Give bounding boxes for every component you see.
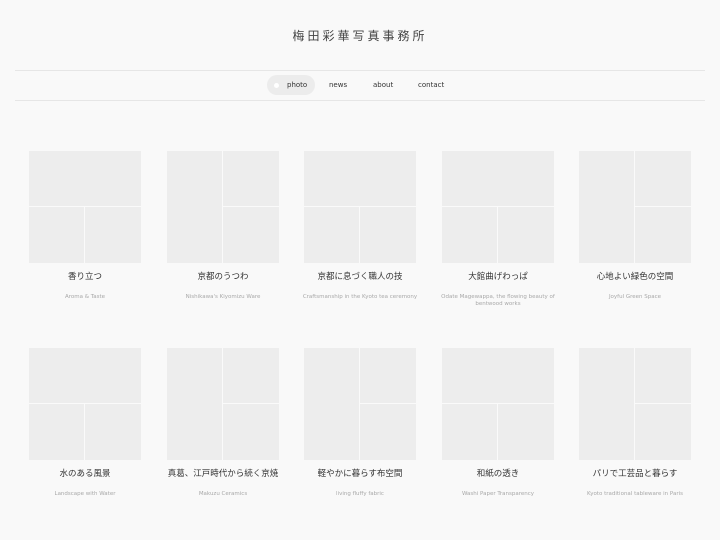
gallery-card-subtitle: Nishikawa's Kiyomizu Ware <box>185 294 261 300</box>
gallery-card-subtitle: Makuzu Ceramics <box>198 491 248 497</box>
gallery-card[interactable]: 大館曲げわっぱ Odate Magewappa, the flowing bea… <box>441 151 555 308</box>
gallery-card-subtitle: living fluffy fabric <box>336 491 384 497</box>
nav-item-label: contact <box>418 81 445 89</box>
gallery-card-title: 香り立つ <box>67 272 102 282</box>
gallery-thumbnail[interactable] <box>167 151 279 263</box>
nav-item-news[interactable]: news <box>329 75 347 95</box>
gallery-thumbnail[interactable] <box>442 151 554 263</box>
gallery-thumbnail[interactable] <box>304 348 416 460</box>
gallery-card[interactable]: 真葛、江戸時代から続く京焼 Makuzu Ceramics <box>167 348 279 498</box>
gallery-card[interactable]: 軽やかに暮らす布空間 living fluffy fabric <box>304 348 416 498</box>
header-divider-top <box>15 70 705 71</box>
gallery-card-subtitle: Aroma & Taste <box>64 294 105 300</box>
gallery-card-title: 軽やかに暮らす布空間 <box>317 469 403 479</box>
gallery-card-subtitle: Odate Magewappa, the flowing beauty of b… <box>441 294 555 307</box>
gallery-card-title: 大館曲げわっぱ <box>468 272 528 282</box>
gallery-thumbnail[interactable] <box>29 348 141 460</box>
nav-item-about[interactable]: about <box>373 75 393 95</box>
gallery-card-subtitle: Washi Paper Transparency <box>461 491 535 497</box>
gallery-card-title: 心地よい緑色の空間 <box>596 272 674 282</box>
gallery-card-title: 京都のうつわ <box>197 272 249 282</box>
nav-item-label: news <box>329 81 348 89</box>
gallery-card[interactable]: 香り立つ Aroma & Taste <box>29 151 141 301</box>
gallery-thumbnail[interactable] <box>29 151 141 263</box>
site-title[interactable]: 梅田彩華写真事務所 <box>0 27 720 44</box>
gallery-card-title: 真葛、江戸時代から続く京焼 <box>167 469 279 479</box>
page: 梅田彩華写真事務所 photo news about contact 香り立つ … <box>0 0 720 540</box>
gallery-card[interactable]: パリで工芸品と暮らす Kyoto traditional tableware i… <box>579 348 691 498</box>
gallery-card[interactable]: 京都のうつわ Nishikawa's Kiyomizu Ware <box>167 151 279 301</box>
header-divider-bottom <box>15 100 705 101</box>
active-dot-icon <box>274 83 279 88</box>
gallery-card-title: 京都に息づく職人の技 <box>317 272 403 282</box>
gallery-card-title: 和紙の透き <box>476 469 520 479</box>
gallery-thumbnail[interactable] <box>579 348 691 460</box>
gallery-thumbnail[interactable] <box>442 348 554 460</box>
gallery-card[interactable]: 京都に息づく職人の技 Craftsmanship in the Kyoto te… <box>302 151 418 301</box>
main-nav: photo news about contact <box>0 75 720 95</box>
gallery-card-subtitle: Landscape with Water <box>54 491 116 497</box>
nav-item-contact[interactable]: contact <box>418 75 444 95</box>
gallery-thumbnail[interactable] <box>579 151 691 263</box>
nav-item-photo[interactable]: photo <box>267 75 316 95</box>
gallery-thumbnail[interactable] <box>167 348 279 460</box>
nav-item-label: photo <box>287 81 308 89</box>
gallery-card[interactable]: 心地よい緑色の空間 Joyful Green Space <box>579 151 691 301</box>
gallery-thumbnail[interactable] <box>304 151 416 263</box>
gallery-card-subtitle: Craftsmanship in the Kyoto tea ceremony <box>302 294 418 300</box>
nav-item-label: about <box>373 81 394 89</box>
gallery-card-subtitle: Joyful Green Space <box>608 294 662 300</box>
gallery-card-title: 水のある風景 <box>59 469 111 479</box>
gallery-card-title: パリで工芸品と暮らす <box>592 469 678 479</box>
gallery-card-subtitle: Kyoto traditional tableware in Paris <box>586 491 683 497</box>
gallery-card[interactable]: 水のある風景 Landscape with Water <box>29 348 141 498</box>
gallery-card[interactable]: 和紙の透き Washi Paper Transparency <box>442 348 554 498</box>
